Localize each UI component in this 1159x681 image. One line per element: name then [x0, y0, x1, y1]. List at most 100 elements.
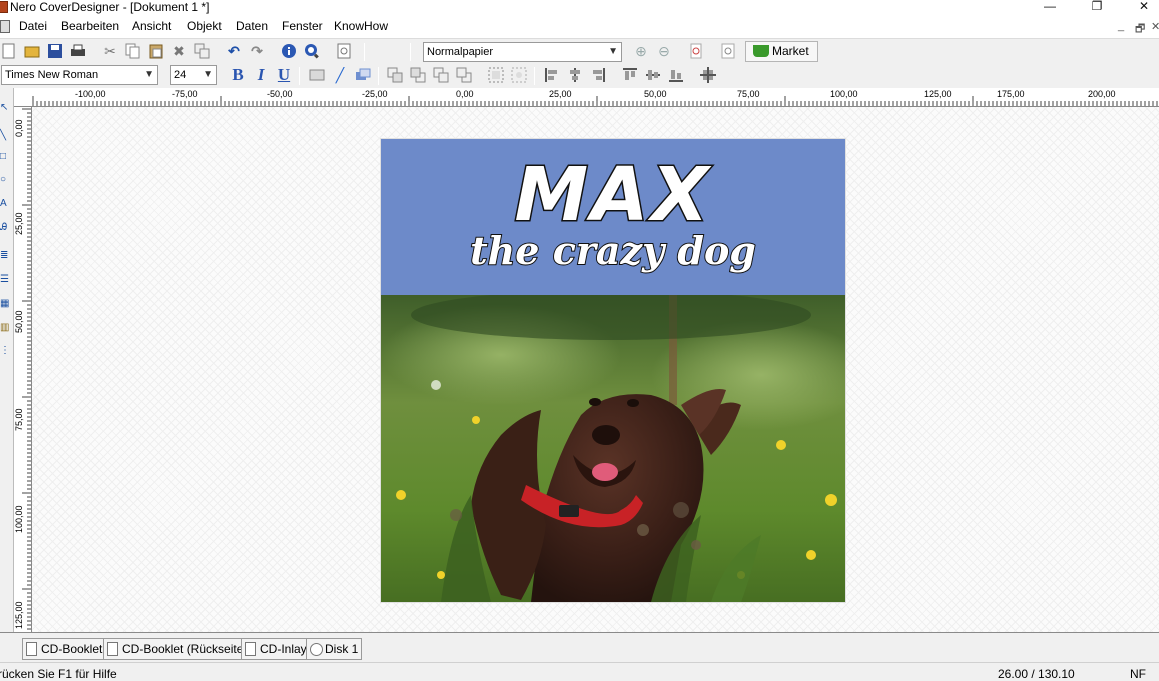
- shadow-icon[interactable]: [354, 66, 372, 84]
- send-to-back-icon[interactable]: [409, 66, 427, 84]
- font-family-select[interactable]: Times New Roman ▼: [1, 65, 158, 85]
- dog-photo[interactable]: [381, 295, 845, 602]
- copy-icon[interactable]: [124, 42, 142, 60]
- zoom-page-icon[interactable]: [687, 42, 705, 60]
- paper-type-select[interactable]: Normalpapier ▼: [423, 42, 622, 62]
- ruler-label: -100,00: [75, 89, 106, 99]
- crop-tool-icon[interactable]: ⋮: [0, 345, 12, 357]
- ruler-label: 175,00: [997, 89, 1025, 99]
- cover-subtitle-text[interactable]: the crazy dog: [381, 228, 845, 274]
- tab-label: CD-Booklet (Rückseite): [122, 642, 248, 656]
- group-icon[interactable]: [487, 66, 505, 84]
- artistic-text-tool-icon[interactable]: Ꭿ: [0, 222, 12, 234]
- align-top-icon[interactable]: [621, 66, 639, 84]
- menu-ansicht[interactable]: Ansicht: [132, 19, 171, 34]
- menu-objekt[interactable]: Objekt: [187, 19, 222, 34]
- help-search-icon[interactable]: [303, 42, 321, 60]
- page-icon: [26, 642, 37, 656]
- ruler-label: 25,00: [14, 212, 24, 235]
- mdi-restore-button[interactable]: 🗗: [1135, 20, 1145, 39]
- redo-icon[interactable]: ↷: [248, 42, 266, 60]
- ruler-label: 125,00: [14, 601, 24, 629]
- document-icon[interactable]: [0, 20, 10, 33]
- tab-disk-1[interactable]: Disk 1: [306, 638, 363, 660]
- ruler-label: 0,00: [456, 89, 474, 99]
- ruler-label: 75,00: [14, 408, 24, 431]
- mdi-minimize-button[interactable]: _: [1118, 20, 1124, 32]
- align-center-icon[interactable]: [566, 66, 584, 84]
- italic-button[interactable]: I: [252, 66, 270, 84]
- menu-fenster[interactable]: Fenster: [282, 19, 323, 34]
- menu-datei[interactable]: Datei: [19, 19, 47, 34]
- minimize-button[interactable]: —: [1027, 0, 1073, 16]
- title-banner[interactable]: MAX the crazy dog: [381, 139, 845, 295]
- text-tool-icon[interactable]: A: [0, 198, 12, 210]
- dog-photo-image: [381, 295, 845, 602]
- menu-daten[interactable]: Daten: [236, 19, 268, 34]
- list-tool-icon[interactable]: ☰: [0, 274, 12, 286]
- toolbar-separator: [410, 43, 411, 61]
- market-button[interactable]: Market: [745, 41, 818, 62]
- horizontal-ruler: -100,00 -75,00 -50,00 -25,00 0,00 25,00 …: [31, 88, 1159, 107]
- open-icon[interactable]: [23, 42, 41, 60]
- ruler-corner: [14, 88, 32, 107]
- fill-color-icon[interactable]: [308, 66, 326, 84]
- field-tool-icon[interactable]: ▥: [0, 322, 12, 334]
- restore-button[interactable]: ❐: [1074, 0, 1120, 16]
- chevron-down-icon: ▼: [203, 69, 213, 80]
- cover-page[interactable]: MAX the crazy dog: [381, 139, 845, 602]
- line-tool-icon[interactable]: ╲: [0, 130, 12, 142]
- vertical-ruler: 0,00 25,00 50,00 75,00 100,00 125,00: [14, 107, 32, 632]
- mdi-close-button[interactable]: ✕: [1151, 20, 1159, 33]
- underline-button[interactable]: U: [275, 66, 293, 84]
- tab-label: Disk 1: [325, 642, 359, 656]
- ruler-label: 100,00: [14, 505, 24, 533]
- ellipse-tool-icon[interactable]: ○: [0, 174, 12, 186]
- undo-icon[interactable]: ↶: [225, 42, 243, 60]
- toolbar-separator: [299, 67, 300, 85]
- zoom-width-icon[interactable]: [719, 42, 737, 60]
- align-right-icon[interactable]: [589, 66, 607, 84]
- rectangle-tool-icon[interactable]: □: [0, 151, 12, 163]
- duplicate-icon[interactable]: [193, 42, 211, 60]
- send-backward-icon[interactable]: [455, 66, 473, 84]
- paste-icon[interactable]: [147, 42, 165, 60]
- drawing-tools-strip: ↖ ╲ □ ○ A Ꭿ ≣ ☰ ▦ ▥ ⋮: [0, 88, 14, 632]
- cut-icon[interactable]: ✂: [101, 42, 119, 60]
- image-tool-icon[interactable]: ▦: [0, 298, 12, 310]
- zoom-out-icon[interactable]: ⊖: [655, 42, 673, 60]
- menu-knowhow[interactable]: KnowHow: [334, 19, 388, 34]
- pointer-tool-icon[interactable]: ↖: [0, 102, 12, 114]
- center-on-page-icon[interactable]: [699, 66, 717, 84]
- zoom-in-icon[interactable]: ⊕: [632, 42, 650, 60]
- horizontal-ruler-ticks: [32, 96, 1158, 106]
- tab-cd-booklet[interactable]: CD-Booklet: [22, 638, 107, 660]
- toolbar-separator: [378, 67, 379, 85]
- paragraph-tool-icon[interactable]: ≣: [0, 250, 12, 262]
- formatting-toolbar: Times New Roman ▼ 24 ▼ B I U ╱: [0, 64, 1159, 88]
- align-left-icon[interactable]: [543, 66, 561, 84]
- bold-button[interactable]: B: [229, 66, 247, 84]
- save-icon[interactable]: [46, 42, 64, 60]
- tab-cd-inlay[interactable]: CD-Inlay: [241, 638, 311, 660]
- font-size-select[interactable]: 24 ▼: [170, 65, 217, 85]
- page-setup-icon[interactable]: [335, 42, 353, 60]
- bring-to-front-icon[interactable]: [386, 66, 404, 84]
- toolbar-separator: [534, 67, 535, 85]
- menu-bearbeiten[interactable]: Bearbeiten: [61, 19, 119, 34]
- ungroup-icon[interactable]: [510, 66, 528, 84]
- ruler-label: 50,00: [644, 89, 667, 99]
- bring-forward-icon[interactable]: [432, 66, 450, 84]
- close-button[interactable]: ✕: [1121, 0, 1159, 16]
- align-bottom-icon[interactable]: [667, 66, 685, 84]
- align-middle-icon[interactable]: [644, 66, 662, 84]
- delete-icon[interactable]: ✖: [170, 42, 188, 60]
- info-icon[interactable]: [280, 42, 298, 60]
- line-color-icon[interactable]: ╱: [331, 66, 349, 84]
- cover-title-text[interactable]: MAX: [381, 152, 845, 239]
- design-canvas[interactable]: MAX the crazy dog: [32, 107, 1159, 632]
- new-document-icon[interactable]: [0, 42, 18, 60]
- tab-cd-booklet-back[interactable]: CD-Booklet (Rückseite): [103, 638, 252, 660]
- print-icon[interactable]: [69, 42, 87, 60]
- ruler-label: 50,00: [14, 310, 24, 333]
